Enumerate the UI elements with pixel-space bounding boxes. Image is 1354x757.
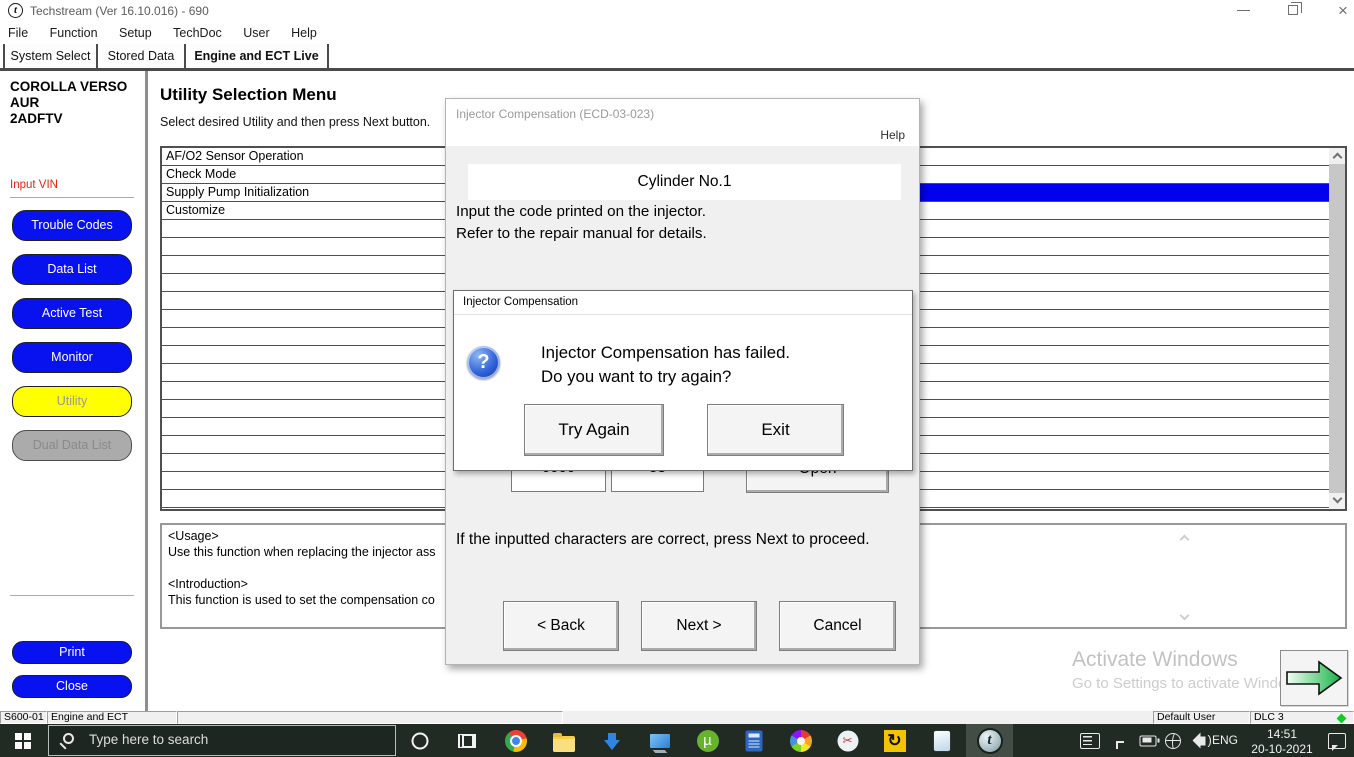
input-vin-link[interactable]: Input VIN [10, 179, 58, 191]
list-scrollbar[interactable] [1329, 148, 1345, 509]
status-dlc: DLC 3 [1250, 711, 1354, 724]
taskbar: Type here to search µ ✂ ↻ t ENG 14:51 20… [0, 724, 1354, 757]
start-button[interactable] [0, 724, 48, 757]
notes-app-icon[interactable] [918, 724, 965, 757]
activate-windows-watermark: Activate Windows [1072, 648, 1238, 672]
network-globe-icon[interactable] [1158, 724, 1188, 757]
menu-setup[interactable]: Setup [119, 22, 152, 44]
data-list-button[interactable]: Data List [12, 254, 132, 285]
activate-windows-subtext: Go to Settings to activate Windows. [1072, 675, 1309, 692]
exit-button[interactable]: Exit [707, 404, 844, 456]
dlc-connected-indicator [1337, 714, 1347, 724]
minimize-button[interactable] [1226, 0, 1260, 22]
techstream-taskbar-icon[interactable]: t [966, 724, 1013, 757]
back-button[interactable]: < Back [503, 601, 619, 651]
menu-user[interactable]: User [243, 22, 269, 44]
page-title: Utility Selection Menu [160, 85, 337, 105]
menu-bar: File Function Setup TechDoc User Help [0, 22, 1354, 44]
download-manager-icon[interactable] [588, 724, 635, 757]
next-button[interactable]: Next > [641, 601, 757, 651]
app-window: t Techstream (Ver 16.10.016) - 690 × Fil… [0, 0, 1354, 757]
next-arrow-button[interactable] [1280, 650, 1348, 706]
utility-button[interactable]: Utility [12, 386, 132, 417]
taskbar-search[interactable]: Type here to search [48, 725, 396, 756]
tab-engine-and-ect-live[interactable]: Engine and ECT Live [186, 44, 329, 68]
menu-help[interactable]: Help [291, 22, 317, 44]
dialog-title: Injector Compensation (ECD-03-023) [456, 107, 654, 121]
status-user: Default User [1153, 711, 1250, 724]
status-code: S600-01 [0, 711, 47, 724]
restore-button[interactable] [1276, 0, 1310, 22]
search-placeholder: Type here to search [89, 732, 208, 747]
windows-logo-icon [15, 733, 31, 749]
dialog-header: Injector Compensation (ECD-03-023) Help [446, 99, 919, 146]
cylinder-banner: Cylinder No.1 [468, 164, 901, 200]
message-text: Injector Compensation has failed. Do you… [541, 341, 790, 388]
question-icon: ? [467, 346, 500, 379]
calculator-icon[interactable] [730, 724, 777, 757]
status-system: Engine and ECT [47, 711, 177, 724]
chrome-icon[interactable] [492, 724, 539, 757]
paint-icon[interactable] [777, 724, 824, 757]
failed-message-box: Injector Compensation ? Injector Compens… [453, 290, 913, 471]
tab-bar: System Select Stored Data Engine and ECT… [0, 44, 1354, 71]
close-window-button[interactable]: × [1326, 0, 1354, 22]
search-icon [63, 733, 74, 744]
dual-data-list-button: Dual Data List [12, 430, 132, 461]
cortana-icon[interactable] [396, 724, 443, 757]
remote-desktop-icon[interactable] [636, 724, 683, 757]
close-button[interactable]: Close [12, 675, 132, 698]
window-title: Techstream (Ver 16.10.016) - 690 [30, 4, 209, 18]
sync-app-icon[interactable]: ↻ [871, 724, 918, 757]
green-arrow-icon [1281, 651, 1347, 705]
scroll-up-arrow[interactable] [1329, 148, 1345, 164]
language-indicator[interactable]: ENG [1205, 724, 1245, 757]
hidden-icons-chevron[interactable] [1105, 724, 1135, 757]
print-button[interactable]: Print [12, 641, 132, 664]
sidebar-divider [10, 197, 134, 198]
message-box-title: Injector Compensation [463, 296, 578, 308]
tab-stored-data[interactable]: Stored Data [98, 44, 186, 68]
message-box-divider [454, 314, 912, 315]
instruction-line-1: Input the code printed on the injector. [456, 203, 706, 220]
instruction-line-2: Refer to the repair manual for details. [456, 225, 707, 242]
sidebar-divider [10, 595, 134, 596]
sidebar: COROLLA VERSO AUR 2ADFTV Input VIN Troub… [0, 71, 148, 712]
active-test-button[interactable]: Active Test [12, 298, 132, 329]
techstream-app-icon: t [8, 3, 23, 18]
try-again-button[interactable]: Try Again [524, 404, 664, 456]
utorrent-icon[interactable]: µ [684, 724, 731, 757]
title-bar: t Techstream (Ver 16.10.016) - 690 × [0, 0, 1354, 22]
task-view-icon[interactable] [443, 724, 490, 757]
menu-techdoc[interactable]: TechDoc [173, 22, 222, 44]
status-empty-cell [177, 711, 563, 724]
menu-function[interactable]: Function [50, 22, 98, 44]
tab-system-select[interactable]: System Select [3, 44, 98, 68]
file-explorer-icon[interactable] [540, 724, 587, 757]
snipping-tool-icon[interactable]: ✂ [824, 724, 871, 757]
scroll-down-arrow[interactable] [1329, 493, 1345, 509]
menu-file[interactable]: File [8, 22, 28, 44]
monitor-button[interactable]: Monitor [12, 342, 132, 373]
trouble-codes-button[interactable]: Trouble Codes [12, 210, 132, 241]
help-link[interactable]: Help [880, 128, 905, 142]
vehicle-info: COROLLA VERSO AUR 2ADFTV [10, 79, 127, 127]
taskbar-clock[interactable]: 14:51 20-10-2021 [1243, 727, 1321, 757]
cancel-button[interactable]: Cancel [779, 601, 896, 651]
status-bar: S600-01 Engine and ECT Default User DLC … [0, 711, 1354, 724]
action-center-icon[interactable] [1320, 724, 1354, 757]
confirm-text: If the inputted characters are correct, … [456, 529, 908, 551]
page-subtitle: Select desired Utility and then press Ne… [160, 115, 430, 129]
